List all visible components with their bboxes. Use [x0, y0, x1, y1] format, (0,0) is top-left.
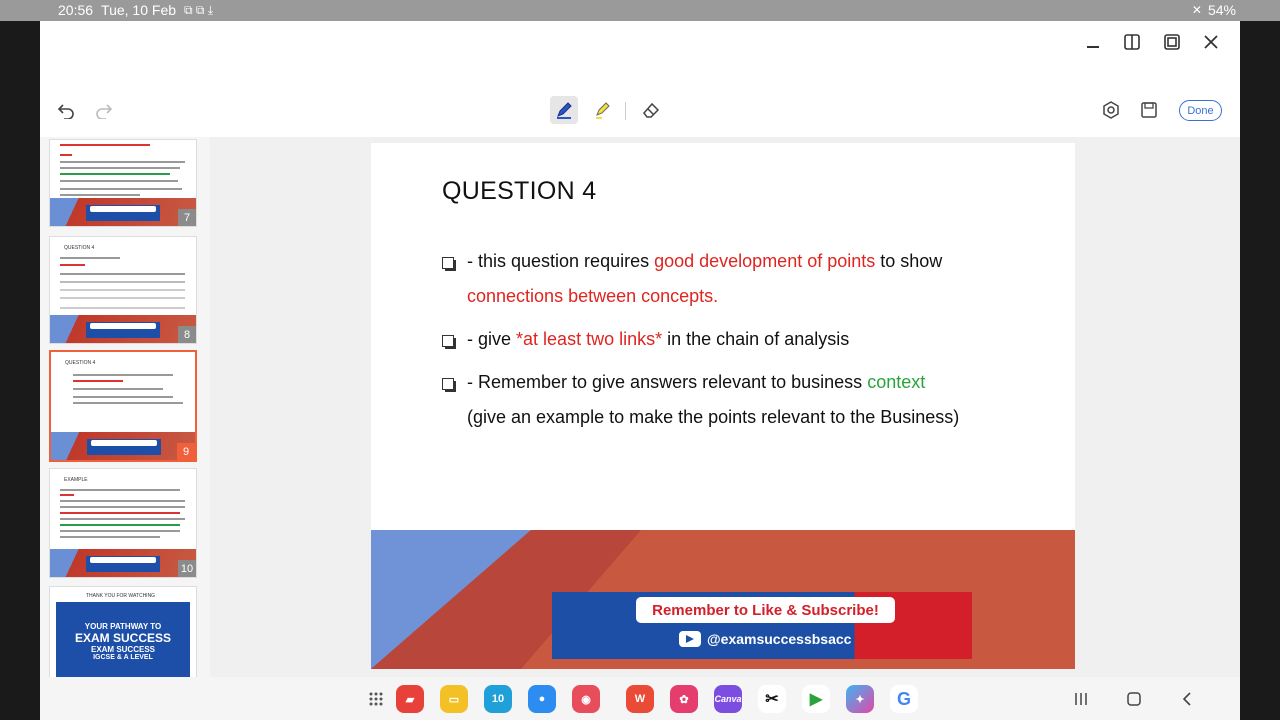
- bullet-text: (give an example to make the points rele…: [467, 407, 960, 427]
- recent-apps-icon[interactable]: [1067, 685, 1095, 713]
- copilot-app-icon[interactable]: ✦: [846, 685, 874, 713]
- page-number: 7: [178, 209, 196, 226]
- screen-record-icon: ⧉ ⧉ ⤓: [184, 2, 214, 17]
- highlighter-icon[interactable]: [588, 96, 616, 124]
- channel-handle: @examsuccessbsacc: [679, 631, 851, 647]
- system-dock: ▰ ▭ 10 ● ◉ W ✿ Canva ✂ ▶ ✦ G: [40, 677, 1240, 720]
- status-date: Tue, 10 Feb: [101, 2, 177, 18]
- back-icon[interactable]: [1173, 685, 1201, 713]
- bullet-highlight-red: good development of points: [654, 251, 876, 271]
- bullet-text: - this question requires: [467, 251, 655, 271]
- calendar-day: 10: [491, 693, 505, 705]
- bullet-text: in the chain of analysis: [662, 329, 850, 349]
- bullet-item: - give *at least two links* in the chain…: [442, 329, 850, 357]
- thumbnail-title: QUESTION 4: [65, 360, 96, 366]
- bullet-text: - Remember to give answers relevant to b…: [467, 372, 868, 392]
- google-app-icon[interactable]: G: [890, 685, 918, 713]
- bullet-highlight-green: context: [867, 372, 926, 392]
- calendar-app-icon[interactable]: 10: [484, 685, 512, 713]
- thumbnail-title: THANK YOU FOR WATCHING: [86, 593, 156, 599]
- promo-line-3: EXAM SUCCESS: [90, 645, 155, 654]
- drawing-toolbar: [40, 61, 1240, 137]
- minimize-icon[interactable]: [1082, 31, 1104, 53]
- wps-app-icon[interactable]: W: [626, 685, 654, 713]
- page-number: 8: [178, 326, 196, 343]
- page-thumbnail-8[interactable]: QUESTION 4 8: [49, 236, 197, 344]
- promo-line-1: YOUR PATHWAY TO: [84, 622, 162, 631]
- home-icon[interactable]: [1120, 685, 1148, 713]
- page-thumbnail-10[interactable]: EXAMPLE 10: [49, 468, 197, 578]
- bullet-box-icon: [442, 378, 456, 392]
- canva-app-icon[interactable]: Canva: [714, 685, 742, 713]
- subscribe-banner: Remember to Like & Subscribe! @examsucce…: [552, 592, 972, 659]
- status-time: 20:56: [58, 2, 94, 18]
- play-store-icon[interactable]: ▶: [802, 685, 830, 713]
- youtube-icon: [679, 631, 701, 647]
- thumbnail-footer: [51, 432, 195, 460]
- files-app-icon[interactable]: ▭: [440, 685, 468, 713]
- page-thumbnail-7[interactable]: 7: [49, 139, 197, 227]
- app-drawer-icon[interactable]: [362, 685, 390, 713]
- done-button[interactable]: Done: [1179, 100, 1222, 121]
- settings-icon[interactable]: [1097, 96, 1125, 124]
- messages-app-icon[interactable]: ●: [528, 685, 556, 713]
- undo-icon[interactable]: [52, 96, 80, 124]
- save-icon[interactable]: [1135, 96, 1163, 124]
- promo-line-4: IGCSE & A LEVEL: [93, 654, 153, 661]
- bullet-box-icon: [442, 335, 456, 349]
- page-thumbnail-11[interactable]: THANK YOU FOR WATCHING YOUR PATHWAY TO E…: [49, 586, 197, 677]
- capcut-app-icon[interactable]: ✂: [758, 685, 786, 713]
- close-icon[interactable]: [1200, 31, 1222, 53]
- thumbnail-title: EXAMPLE: [64, 477, 88, 483]
- page-thumbnail-sidebar: 7 QUESTION 4 8 QUESTION 4 9 EXAMPLE 10 T…: [40, 137, 210, 677]
- canva-label: Canva: [714, 694, 742, 704]
- popup-view-icon[interactable]: [1161, 31, 1183, 53]
- battery-level: 54%: [1207, 2, 1236, 18]
- notes-app-window: Done 7 QUESTION 4 8 QUESTION 4 9 EXAMPLE…: [40, 21, 1240, 720]
- thumbnail-footer: [50, 549, 196, 577]
- channel-handle-text: @examsuccessbsacc: [707, 631, 852, 647]
- bullet-text: to show: [875, 251, 943, 271]
- bullet-highlight-red: *at least two links*: [516, 329, 663, 349]
- status-bar: 20:56 Tue, 10 Feb ⧉ ⧉ ⤓ ✕ 54%: [0, 0, 1280, 21]
- flower-app-icon[interactable]: ✿: [670, 685, 698, 713]
- slide-title: QUESTION 4: [442, 177, 597, 205]
- toolbar-divider: [625, 102, 626, 120]
- window-bar: [40, 21, 1240, 61]
- pen-icon[interactable]: [550, 96, 578, 124]
- bullet-item: - Remember to give answers relevant to b…: [442, 372, 960, 435]
- thumbnail-footer: [50, 315, 196, 343]
- slide-page[interactable]: QUESTION 4 - this question requires good…: [371, 143, 1075, 669]
- bullet-box-icon: [442, 257, 456, 271]
- redo-icon[interactable]: [90, 96, 118, 124]
- notes-app-icon[interactable]: ▰: [396, 685, 424, 713]
- promo-card: YOUR PATHWAY TO EXAM SUCCESS EXAM SUCCES…: [56, 602, 190, 677]
- bullet-text: - give: [467, 329, 517, 349]
- bullet-highlight-red: connections between concepts.: [467, 286, 719, 306]
- camera-app-icon[interactable]: ◉: [572, 685, 600, 713]
- mute-icon: ✕: [1191, 3, 1202, 17]
- promo-line-2: EXAM SUCCESS: [74, 631, 172, 645]
- thumbnail-title: QUESTION 4: [64, 245, 95, 251]
- page-thumbnail-9[interactable]: QUESTION 4 9: [49, 350, 197, 462]
- bullet-item: - this question requires good developmen…: [442, 251, 943, 314]
- split-view-icon[interactable]: [1121, 31, 1143, 53]
- document-canvas[interactable]: QUESTION 4 - this question requires good…: [210, 137, 1240, 677]
- eraser-icon[interactable]: [637, 96, 665, 124]
- thumbnail-footer: [50, 198, 196, 226]
- slide-footer: Remember to Like & Subscribe! @examsucce…: [371, 530, 1075, 669]
- subscribe-cta: Remember to Like & Subscribe!: [636, 597, 895, 623]
- page-number: 9: [177, 443, 195, 460]
- page-number: 10: [178, 560, 196, 577]
